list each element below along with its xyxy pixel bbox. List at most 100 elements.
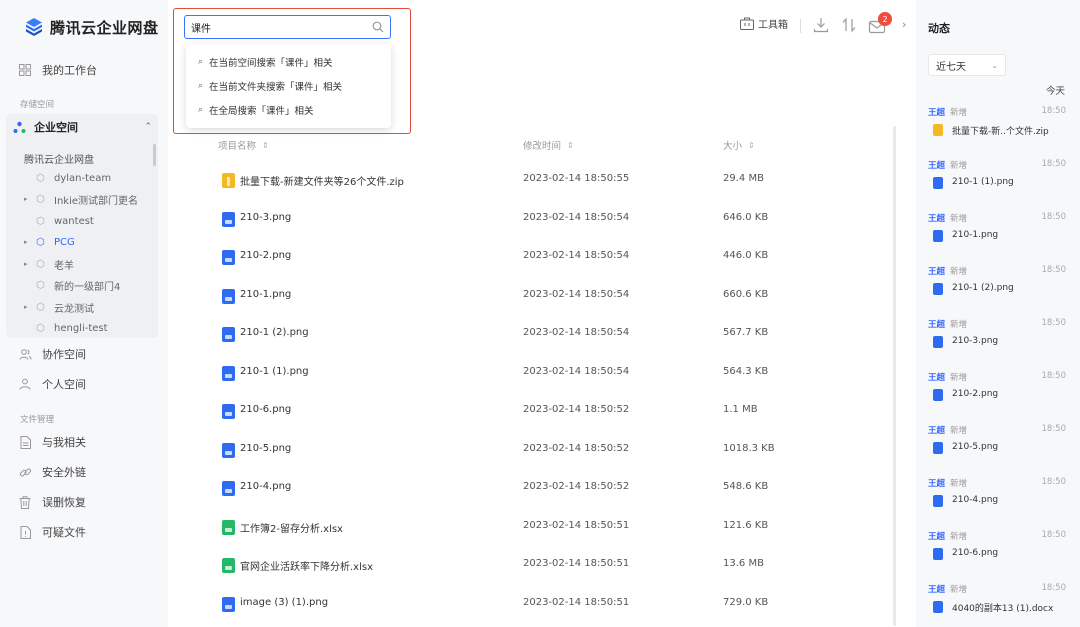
brand[interactable]: 腾讯云企业网盘 <box>24 16 159 38</box>
table-row[interactable]: 210-4.png 2023-02-14 18:50:52 548.6 KB <box>200 469 890 507</box>
file-name[interactable]: 批量下载-新建文件夹等26个文件.zip <box>240 173 404 188</box>
file-name[interactable]: 210-1 (2).png <box>240 327 309 338</box>
table-row[interactable]: 工作簿2-留存分析.xlsx 2023-02-14 18:50:51 121.6 K… <box>200 508 890 546</box>
search-input[interactable]: 课件 <box>184 15 391 39</box>
activity-user[interactable]: 王超 <box>928 106 945 118</box>
table-row[interactable]: 批量下载-新建文件夹等26个文件.zip 2023-02-14 18:50:55 2… <box>200 161 890 199</box>
tree-item[interactable]: ⬡ hengli-test <box>24 320 108 336</box>
table-row[interactable]: 210-1 (1).png 2023-02-14 18:50:54 564.3 KB <box>200 354 890 392</box>
activity-file[interactable]: 210-4.png <box>952 495 998 505</box>
table-row[interactable]: 210-1 (2).png 2023-02-14 18:50:54 567.7 KB <box>200 315 890 353</box>
search-input-value[interactable]: 课件 <box>191 20 372 35</box>
chevron-up-icon[interactable]: ⌃ <box>144 122 152 132</box>
table-row[interactable]: image (3) (1).png 2023-02-14 18:50:51 729.… <box>200 585 890 623</box>
range-select[interactable]: 近七天 ⌄ <box>928 54 1006 76</box>
activity-file[interactable]: 210-1.png <box>952 230 998 240</box>
nav-personal[interactable]: 个人空间 <box>18 373 86 395</box>
nav-workspace-label: 我的工作台 <box>42 64 97 77</box>
activity-user[interactable]: 王超 <box>928 212 945 224</box>
activity-user[interactable]: 王超 <box>928 424 945 436</box>
activity-item[interactable]: 王超 新增 18:50 210-1.png <box>928 212 1068 254</box>
table-row[interactable]: 210-1.png 2023-02-14 18:50:54 660.6 KB <box>200 277 890 315</box>
col-size-header[interactable]: 大小 ⇕ <box>723 138 755 153</box>
activity-item[interactable]: 王超 新增 18:50 4040的副本13 (1).docx <box>928 583 1068 625</box>
tree-root[interactable]: 腾讯云企业网盘 <box>24 151 94 166</box>
activity-item[interactable]: 王超 新增 18:50 210-2.png <box>928 371 1068 413</box>
file-name[interactable]: 官网企业活跃率下降分析.xlsx <box>240 558 373 573</box>
activity-item[interactable]: 王超 新增 18:50 批量下载-新..个文件.zip <box>928 106 1068 148</box>
activity-user[interactable]: 王超 <box>928 530 945 542</box>
activity-file[interactable]: 210-5.png <box>952 442 998 452</box>
col-modified-header[interactable]: 修改时间 ⇕ <box>523 138 574 153</box>
activity-item[interactable]: 王超 新增 18:50 210-3.png <box>928 318 1068 360</box>
activity-time: 18:50 <box>1041 318 1067 328</box>
tree-item[interactable]: ▸ ⬡ 云龙测试 <box>24 299 94 315</box>
tree-item-label: hengli-test <box>54 322 108 334</box>
png-file-icon <box>222 211 235 227</box>
table-row[interactable]: 210-2.png 2023-02-14 18:50:54 446.0 KB <box>200 238 890 276</box>
nav-enterprise[interactable]: 企业空间 ⌃ <box>12 118 152 136</box>
suggestion-current-folder[interactable]: ⌕ 在当前文件夹搜索「课件」相关 <box>198 77 342 95</box>
download-icon[interactable] <box>812 16 830 34</box>
activity-user[interactable]: 王超 <box>928 583 945 595</box>
caret-right-icon[interactable]: ▸ <box>24 303 36 311</box>
table-row[interactable]: 官网企业活跃率下降分析.xlsx 2023-02-14 18:50:51 13.6 … <box>200 546 890 584</box>
table-row[interactable]: 210-5.png 2023-02-14 18:50:52 1018.3 KB <box>200 431 890 469</box>
chevron-right-icon[interactable]: › <box>902 18 906 31</box>
activity-user[interactable]: 王超 <box>928 318 945 330</box>
suggestion-global[interactable]: ⌕ 在全局搜索「课件」相关 <box>198 101 314 119</box>
file-name[interactable]: 210-4.png <box>240 481 291 492</box>
suggestion-label: 在当前空间搜索「课件」相关 <box>209 58 333 69</box>
file-name[interactable]: 210-2.png <box>240 250 291 261</box>
activity-file[interactable]: 210-6.png <box>952 548 998 558</box>
toolbox-button[interactable]: 工具箱 <box>740 16 788 31</box>
tree-item[interactable]: ⬡ 新的一级部门4 <box>24 277 120 293</box>
activity-item[interactable]: 王超 新增 18:50 210-1 (2).png <box>928 265 1068 307</box>
activity-user[interactable]: 王超 <box>928 371 945 383</box>
nav-recycle[interactable]: 误删恢复 <box>18 491 86 513</box>
caret-right-icon[interactable]: ▸ <box>24 238 36 246</box>
search-icon[interactable] <box>372 21 384 33</box>
tree-item[interactable]: ▸ ⬡ PCG <box>24 234 75 250</box>
nav-external[interactable]: 安全外链 <box>18 461 86 483</box>
caret-right-icon[interactable]: ▸ <box>24 260 36 268</box>
activity-user[interactable]: 王超 <box>928 265 945 277</box>
file-name[interactable]: image (3) (1).png <box>240 597 328 608</box>
nav-workspace[interactable]: 我的工作台 <box>18 59 97 81</box>
col-name-header[interactable]: 项目名称 ⇕ <box>218 138 269 153</box>
activity-file[interactable]: 210-1 (1).png <box>952 177 1014 187</box>
activity-user[interactable]: 王超 <box>928 159 945 171</box>
activity-file[interactable]: 210-1 (2).png <box>952 283 1014 293</box>
activity-item[interactable]: 王超 新增 18:50 210-6.png <box>928 530 1068 572</box>
tree-item[interactable]: ▸ ⬡ 老羊 <box>24 256 74 272</box>
sort-icon: ⇕ <box>262 140 269 150</box>
suggestion-current-space[interactable]: ⌕ 在当前空间搜索「课件」相关 <box>198 53 333 71</box>
nav-collab[interactable]: 协作空间 <box>18 343 86 365</box>
file-name[interactable]: 工作簿2-留存分析.xlsx <box>240 520 343 535</box>
file-name[interactable]: 210-6.png <box>240 404 291 415</box>
file-name[interactable]: 210-5.png <box>240 443 291 454</box>
sort-transfer-icon[interactable] <box>840 16 858 34</box>
table-row[interactable]: 210-3.png 2023-02-14 18:50:54 646.0 KB <box>200 200 890 238</box>
activity-item[interactable]: 王超 新增 18:50 210-1 (1).png <box>928 159 1068 201</box>
file-name[interactable]: 210-3.png <box>240 212 291 223</box>
tree-item[interactable]: ▸ ⬡ Inkie测试部门更名 <box>24 191 138 207</box>
tree-item[interactable]: ⬡ wantest <box>24 213 94 229</box>
table-row[interactable]: 210-6.png 2023-02-14 18:50:52 1.1 MB <box>200 392 890 430</box>
activity-file[interactable]: 4040的副本13 (1).docx <box>952 601 1053 614</box>
activity-item[interactable]: 王超 新增 18:50 210-4.png <box>928 477 1068 519</box>
sidebar-scrollbar[interactable] <box>153 144 156 166</box>
file-name[interactable]: 210-1 (1).png <box>240 366 309 377</box>
activity-user[interactable]: 王超 <box>928 477 945 489</box>
nav-related[interactable]: 与我相关 <box>18 431 86 453</box>
tree-item[interactable]: ⬡ dylan-team <box>24 170 111 186</box>
activity-item[interactable]: 王超 新增 18:50 210-5.png <box>928 424 1068 466</box>
activity-file[interactable]: 批量下载-新..个文件.zip <box>952 124 1049 137</box>
activity-verb: 新增 <box>950 585 968 595</box>
caret-right-icon[interactable]: ▸ <box>24 195 36 203</box>
file-name[interactable]: 210-1.png <box>240 289 291 300</box>
activity-file[interactable]: 210-2.png <box>952 389 998 399</box>
nav-suspicious[interactable]: 可疑文件 <box>18 521 86 543</box>
main-scrollbar[interactable] <box>893 126 896 626</box>
activity-file[interactable]: 210-3.png <box>952 336 998 346</box>
